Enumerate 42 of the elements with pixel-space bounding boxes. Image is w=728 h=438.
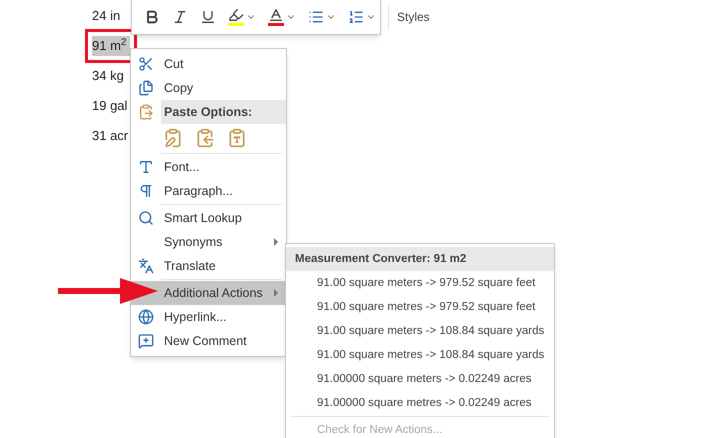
font-icon: [138, 159, 154, 175]
document-text: 34 kg: [92, 67, 125, 85]
cut-icon: [138, 56, 154, 72]
document-text: 91 m$^{2}$: [92, 36, 130, 56]
globe-icon: [138, 309, 154, 325]
bullet-list-icon: [308, 8, 324, 24]
submenu-title: Measurement Converter: 91 m2: [286, 247, 554, 271]
conversion-item[interactable]: 91.00000 square meters -> 0.02249 acres: [317, 367, 532, 391]
paste-merge-formatting-icon[interactable]: [195, 126, 215, 150]
menu-item[interactable]: Hyperlink...: [131, 305, 286, 329]
paste-keep-formatting-icon[interactable]: [163, 126, 183, 150]
menu-item[interactable]: Copy: [131, 76, 286, 100]
highlighter-icon: [228, 7, 244, 23]
menu-item[interactable]: Synonyms: [131, 230, 286, 254]
submenu-arrow-icon: [274, 289, 278, 297]
search-icon: [138, 210, 154, 226]
menu-item[interactable]: Cut: [131, 52, 286, 76]
conversion-item[interactable]: 91.00 square metres -> 979.52 square feet: [317, 295, 536, 319]
menu-item[interactable]: Translate: [131, 254, 286, 278]
document-text: 24 in: [92, 7, 122, 25]
menu-item[interactable]: Paragraph...: [131, 179, 286, 203]
submenu-arrow-icon: [274, 238, 278, 246]
document-text: 31 acr: [92, 127, 130, 145]
styles-button[interactable]: Styles: [388, 4, 430, 28]
letter-a-icon: [268, 7, 284, 23]
copy-icon: [138, 80, 154, 96]
numbered-list-icon: [348, 8, 364, 24]
paste-text-only-icon[interactable]: [227, 126, 247, 150]
conversion-item[interactable]: 91.00000 square metres -> 0.02249 acres: [317, 391, 532, 415]
paste-options-header: Paste Options:: [161, 100, 286, 124]
translate-icon: [138, 258, 154, 274]
menu-item[interactable]: New Comment: [131, 329, 286, 353]
menu-item[interactable]: Additional Actions: [131, 281, 286, 305]
paragraph-icon: [138, 183, 154, 199]
conversion-item[interactable]: 91.00 square meters -> 108.84 square yards: [317, 319, 544, 343]
menu-item[interactable]: Smart Lookup: [131, 206, 286, 230]
document-text: 19 gal: [92, 97, 128, 115]
clipboard-icon: [138, 104, 154, 120]
conversion-item[interactable]: 91.00 square meters -> 979.52 square feet: [317, 271, 536, 295]
conversion-item[interactable]: 91.00 square metres -> 108.84 square yards: [317, 343, 544, 367]
comment-icon: [138, 333, 154, 349]
menu-item[interactable]: Font...: [131, 155, 286, 179]
